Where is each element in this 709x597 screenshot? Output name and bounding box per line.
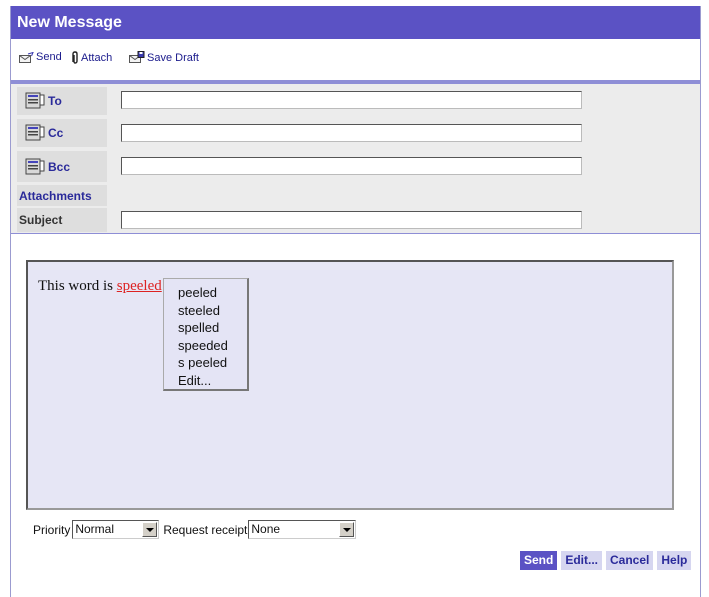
priority-select[interactable]: Normal [72,520,160,539]
receipt-label: Request receipt [163,522,248,537]
address-book-icon [25,124,45,141]
send-button[interactable]: Send [520,551,558,570]
suggestion-item[interactable]: s peeled [164,354,247,372]
message-body-text: This word is speeled [38,278,162,295]
toolbar-attach-label: Attach [81,51,113,64]
suggestion-item[interactable]: steeled [164,302,247,320]
cancel-button[interactable]: Cancel [606,551,654,570]
bcc-label-cell[interactable]: Bcc [17,151,107,182]
paperclip-icon [72,51,78,64]
spelling-suggestions-menu: peeled steeled spelled speeded s peeled … [163,278,249,391]
message-body-editor[interactable]: This word is speeled [26,260,674,510]
to-label-cell[interactable]: To [17,87,107,115]
misspelled-word[interactable]: speeled [117,278,162,294]
attachments-label: Attachments [17,185,107,206]
body-text-prefix: This word is [38,278,117,294]
suggestion-item[interactable]: spelled [164,319,247,337]
receipt-select[interactable]: None [248,520,357,539]
toolbar-save-draft-label: Save Draft [147,51,199,64]
chevron-down-icon[interactable] [339,522,355,537]
suggestion-item[interactable]: peeled [164,284,247,302]
subject-field[interactable] [121,211,582,229]
cc-label: Cc [48,126,64,140]
edit-button[interactable]: Edit... [561,551,603,570]
priority-label: Priority [33,522,71,537]
edit-suggestion-item[interactable]: Edit... [164,372,247,390]
to-label: To [48,94,62,108]
help-button[interactable]: Help [657,551,692,570]
window-title: New Message [11,6,700,39]
bcc-label: Bcc [48,159,71,174]
new-message-window: New Message Send Attach Save Draft To Cc… [10,6,701,597]
toolbar-send-button[interactable]: Send [19,51,62,63]
save-draft-icon [129,51,145,63]
address-fields-panel: To Cc Bcc Attachments Subject [11,84,700,234]
send-envelope-icon [19,51,34,63]
suggestion-item[interactable]: speeded [164,337,247,355]
bcc-field[interactable] [121,157,582,175]
receipt-value: None [251,522,281,536]
address-book-icon [25,158,45,174]
chevron-down-icon[interactable] [142,522,158,537]
cc-field[interactable] [121,124,582,142]
message-options: Priority Normal Request receipt None [33,520,357,539]
toolbar-send-label: Send [36,51,62,63]
toolbar: Send Attach Save Draft [11,40,700,80]
cc-label-cell[interactable]: Cc [17,119,107,147]
action-buttons: Send Edit... Cancel Help [520,551,692,570]
priority-value: Normal [75,522,115,536]
address-book-icon [25,92,45,109]
to-field[interactable] [121,91,582,109]
subject-label: Subject [17,208,107,232]
toolbar-save-draft-button[interactable]: Save Draft [129,51,199,64]
toolbar-attach-button[interactable]: Attach [71,51,112,64]
